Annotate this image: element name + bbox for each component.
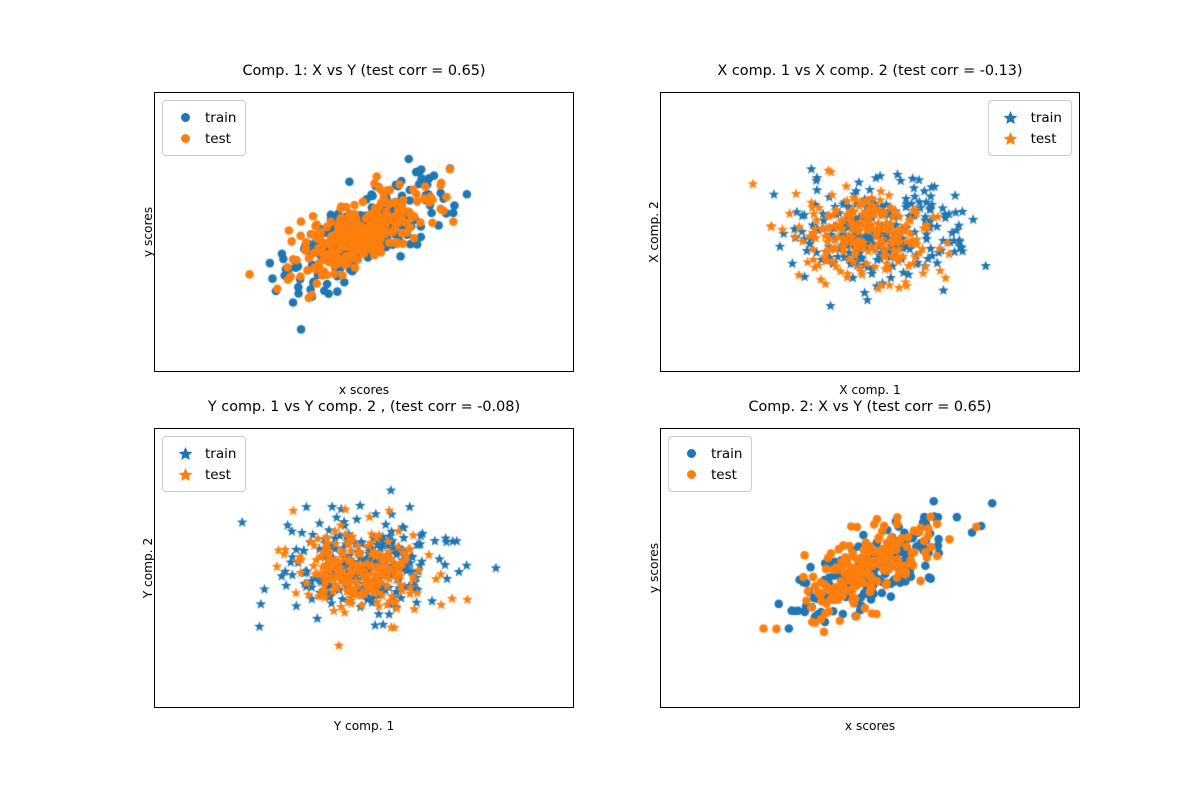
- y-axis-label: Y comp. 2: [141, 537, 155, 599]
- legend-entry-test: test: [676, 464, 742, 485]
- x-axis-label: x scores: [338, 383, 390, 397]
- legend-label-test: test: [205, 130, 231, 147]
- x-axis-label: x scores: [844, 719, 896, 733]
- figure-canvas: Comp. 1: X vs Y (test corr = 0.65) train…: [0, 0, 1200, 800]
- subplot-x-comp1-vs-x-comp2: X comp. 1 vs X comp. 2 (test corr = -0.1…: [647, 64, 1080, 397]
- subplot-comp2-x-vs-y: Comp. 2: X vs Y (test corr = 0.65) train…: [647, 400, 1080, 733]
- legend: train test: [162, 436, 247, 492]
- test-marker-icon: [996, 131, 1026, 146]
- test-marker-icon: [170, 134, 200, 143]
- test-marker-icon: [676, 470, 706, 479]
- y-axis-label: X comp. 2: [647, 201, 661, 263]
- train-marker-icon: [170, 113, 200, 122]
- legend: train test: [162, 100, 247, 156]
- legend-label-test: test: [1030, 130, 1057, 147]
- legend-entry-test: test: [170, 464, 236, 485]
- legend: train test: [987, 100, 1072, 156]
- legend-label-train: train: [205, 109, 237, 126]
- legend-label-test: test: [205, 466, 231, 483]
- test-marker-icon: [170, 467, 200, 482]
- subplot-y-comp1-vs-y-comp2: Y comp. 1 vs Y comp. 2 , (test corr = -0…: [141, 400, 574, 733]
- subplot-title: Comp. 1: X vs Y (test corr = 0.65): [242, 63, 486, 79]
- x-axis-label: X comp. 1: [839, 383, 901, 397]
- legend-entry-train: train: [170, 107, 236, 128]
- legend-label-train: train: [205, 445, 237, 462]
- x-axis-label: Y comp. 1: [333, 719, 395, 733]
- subplot-title: Comp. 2: X vs Y (test corr = 0.65): [748, 399, 992, 415]
- y-axis-label: y scores: [141, 206, 155, 258]
- legend-entry-train: train: [170, 443, 236, 464]
- train-marker-icon: [676, 449, 706, 458]
- legend-label-train: train: [1030, 109, 1062, 126]
- legend-label-train: train: [711, 445, 743, 462]
- legend-entry-train: train: [676, 443, 742, 464]
- subplot-comp1-x-vs-y: Comp. 1: X vs Y (test corr = 0.65) train…: [141, 64, 574, 397]
- train-marker-icon: [170, 446, 200, 461]
- legend: train test: [668, 436, 753, 492]
- legend-entry-test: test: [170, 128, 236, 149]
- y-axis-label: y scores: [647, 542, 661, 594]
- legend-entry-train: train: [996, 107, 1062, 128]
- subplot-title: X comp. 1 vs X comp. 2 (test corr = -0.1…: [717, 63, 1023, 79]
- train-marker-icon: [996, 110, 1026, 125]
- subplot-title: Y comp. 1 vs Y comp. 2 , (test corr = -0…: [207, 399, 521, 415]
- legend-label-test: test: [711, 466, 737, 483]
- legend-entry-test: test: [996, 128, 1062, 149]
